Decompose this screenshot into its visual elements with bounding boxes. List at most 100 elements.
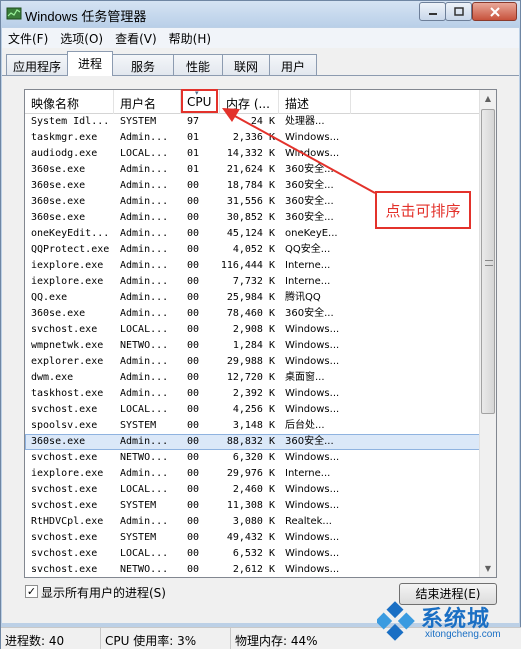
tab-performance[interactable]: 性能 — [173, 54, 223, 75]
table-row[interactable]: 360se.exe Admin... 01 21,624 K 360安全... — [25, 162, 480, 178]
close-button[interactable] — [472, 2, 517, 21]
menu-help[interactable]: 帮助(H) — [163, 28, 217, 48]
tab-networking[interactable]: 联网 — [222, 54, 270, 75]
table-row[interactable]: spoolsv.exe SYSTEM 00 3,148 K 后台处... — [25, 418, 480, 434]
process-cpu-cell: 01 — [187, 132, 200, 143]
process-memory-cell: 4,256 K — [232, 404, 275, 415]
table-row[interactable]: svchost.exe LOCAL... 00 6,532 K Windows... — [25, 546, 480, 562]
vertical-scrollbar[interactable]: ▲ ▼ — [479, 90, 496, 577]
process-name-cell: svchost.exe — [31, 452, 98, 463]
process-list[interactable]: 映像名称 用户名 ▾ CPU 内存 (... 描述 System Idl... S… — [24, 89, 497, 578]
table-row[interactable]: svchost.exe NETWO... 00 6,320 K Windows... — [25, 450, 480, 466]
table-row[interactable]: 360se.exe Admin... 00 78,460 K 360安全... — [25, 306, 480, 322]
process-name-cell: iexplore.exe — [31, 276, 104, 287]
process-memory-cell: 31,556 K — [226, 196, 275, 207]
process-description-cell: 360安全... — [285, 180, 334, 191]
process-cpu-cell: 00 — [187, 532, 200, 543]
menu-file[interactable]: 文件(F) — [2, 28, 54, 48]
window-title: Windows 任务管理器 — [25, 9, 147, 24]
process-name-cell: QQProtect.exe — [31, 244, 110, 255]
process-user-cell: SYSTEM — [120, 532, 157, 543]
table-row[interactable]: audiodg.exe LOCAL... 01 14,332 K Windows... — [25, 146, 480, 162]
process-user-cell: Admin... — [120, 356, 169, 367]
column-header-image-name[interactable]: 映像名称 — [25, 90, 114, 114]
process-description-cell: 后台处... — [285, 420, 325, 431]
table-row[interactable]: iexplore.exe Admin... 00 116,444 K Interne..… — [25, 258, 480, 274]
table-row[interactable]: explorer.exe Admin... 00 29,988 K Windows... — [25, 354, 480, 370]
process-user-cell: LOCAL... — [120, 324, 169, 335]
table-row[interactable]: iexplore.exe Admin... 00 7,732 K Interne... — [25, 274, 480, 290]
process-user-cell: SYSTEM — [120, 116, 157, 127]
process-description-cell: 处理器... — [285, 116, 325, 127]
table-row[interactable]: RtHDVCpl.exe Admin... 00 3,080 K Realtek... — [25, 514, 480, 530]
process-memory-cell: 2,612 K — [232, 564, 275, 575]
process-cpu-cell: 00 — [187, 180, 200, 191]
tab-services[interactable]: 服务 — [112, 54, 174, 75]
process-user-cell: Admin... — [120, 260, 169, 271]
table-row[interactable]: svchost.exe SYSTEM 00 49,432 K Windows... — [25, 530, 480, 546]
process-description-cell: QQ安全... — [285, 244, 331, 255]
maximize-button[interactable] — [445, 2, 472, 21]
tab-users[interactable]: 用户 — [269, 54, 317, 75]
table-row[interactable]: 360se.exe Admin... 00 88,832 K 360安全... — [25, 434, 480, 450]
show-all-users-label[interactable]: 显示所有用户的进程(S) — [41, 584, 166, 601]
table-row[interactable]: svchost.exe LOCAL... 00 4,256 K Windows... — [25, 402, 480, 418]
menu-options[interactable]: 选项(O) — [54, 28, 109, 48]
process-name-cell: dwm.exe — [31, 372, 74, 383]
process-memory-cell: 2,392 K — [232, 388, 275, 399]
process-description-cell: Windows... — [285, 340, 340, 351]
process-name-cell: iexplore.exe — [31, 468, 104, 479]
process-description-cell: Windows... — [285, 132, 340, 143]
table-row[interactable]: dwm.exe Admin... 00 12,720 K 桌面窗... — [25, 370, 480, 386]
process-user-cell: SYSTEM — [120, 500, 157, 511]
table-row[interactable]: QQ.exe Admin... 00 25,984 K 腾讯QQ — [25, 290, 480, 306]
process-name-cell: 360se.exe — [31, 196, 86, 207]
process-memory-cell: 2,336 K — [232, 132, 275, 143]
process-description-cell: Windows... — [285, 148, 340, 159]
table-row[interactable]: svchost.exe LOCAL... 00 2,460 K Windows... — [25, 482, 480, 498]
title-bar[interactable]: Windows 任务管理器 — [1, 1, 520, 27]
table-row[interactable]: iexplore.exe Admin... 00 29,976 K Interne... — [25, 466, 480, 482]
table-row[interactable]: taskmgr.exe Admin... 01 2,336 K Windows... — [25, 130, 480, 146]
maximize-icon — [453, 6, 464, 16]
process-user-cell: Admin... — [120, 372, 169, 383]
process-user-cell: NETWO... — [120, 564, 169, 575]
process-name-cell: iexplore.exe — [31, 260, 104, 271]
process-memory-cell: 116,444 K — [220, 260, 275, 271]
tab-applications[interactable]: 应用程序 — [6, 54, 68, 75]
table-row[interactable]: taskhost.exe Admin... 00 2,392 K Windows... — [25, 386, 480, 402]
process-memory-cell: 88,832 K — [226, 436, 275, 447]
scroll-up-arrow-icon[interactable]: ▲ — [480, 90, 496, 107]
cpu-column-highlight — [181, 89, 218, 113]
minimize-button[interactable] — [419, 2, 446, 21]
table-row[interactable]: svchost.exe NETWO... 00 2,612 K Windows... — [25, 562, 480, 577]
scrollbar-thumb[interactable] — [481, 109, 495, 414]
menu-view[interactable]: 查看(V) — [109, 28, 163, 48]
scroll-down-arrow-icon[interactable]: ▼ — [480, 560, 496, 577]
process-description-cell: oneKeyE... — [285, 228, 338, 239]
column-header-user-name[interactable]: 用户名 — [114, 90, 181, 114]
menu-bar: 文件(F) 选项(O) 查看(V) 帮助(H) — [2, 28, 519, 48]
status-cpu-usage: CPU 使用率: 3% — [101, 628, 231, 649]
process-user-cell: LOCAL... — [120, 404, 169, 415]
process-memory-cell: 1,284 K — [232, 340, 275, 351]
column-header-memory[interactable]: 内存 (... — [220, 90, 279, 114]
process-memory-cell: 6,532 K — [232, 548, 275, 559]
process-description-cell: Windows... — [285, 484, 340, 495]
table-row[interactable]: QQProtect.exe Admin... 00 4,052 K QQ安全... — [25, 242, 480, 258]
table-row[interactable]: svchost.exe LOCAL... 00 2,908 K Windows... — [25, 322, 480, 338]
process-name-cell: svchost.exe — [31, 500, 98, 511]
tab-processes[interactable]: 进程 — [67, 51, 113, 76]
process-memory-cell: 45,124 K — [226, 228, 275, 239]
process-memory-cell: 4,052 K — [232, 244, 275, 255]
process-user-cell: Admin... — [120, 180, 169, 191]
column-header-description[interactable]: 描述 — [279, 90, 351, 114]
process-cpu-cell: 00 — [187, 404, 200, 415]
table-row[interactable]: System Idl... SYSTEM 97 24 K 处理器... — [25, 114, 480, 130]
table-row[interactable]: svchost.exe SYSTEM 00 11,308 K Windows... — [25, 498, 480, 514]
process-memory-cell: 12,720 K — [226, 372, 275, 383]
show-all-users-checkbox[interactable]: ✓ — [25, 585, 38, 598]
table-row[interactable]: wmpnetwk.exe NETWO... 00 1,284 K Windows... — [25, 338, 480, 354]
process-user-cell: Admin... — [120, 212, 169, 223]
process-cpu-cell: 00 — [187, 548, 200, 559]
